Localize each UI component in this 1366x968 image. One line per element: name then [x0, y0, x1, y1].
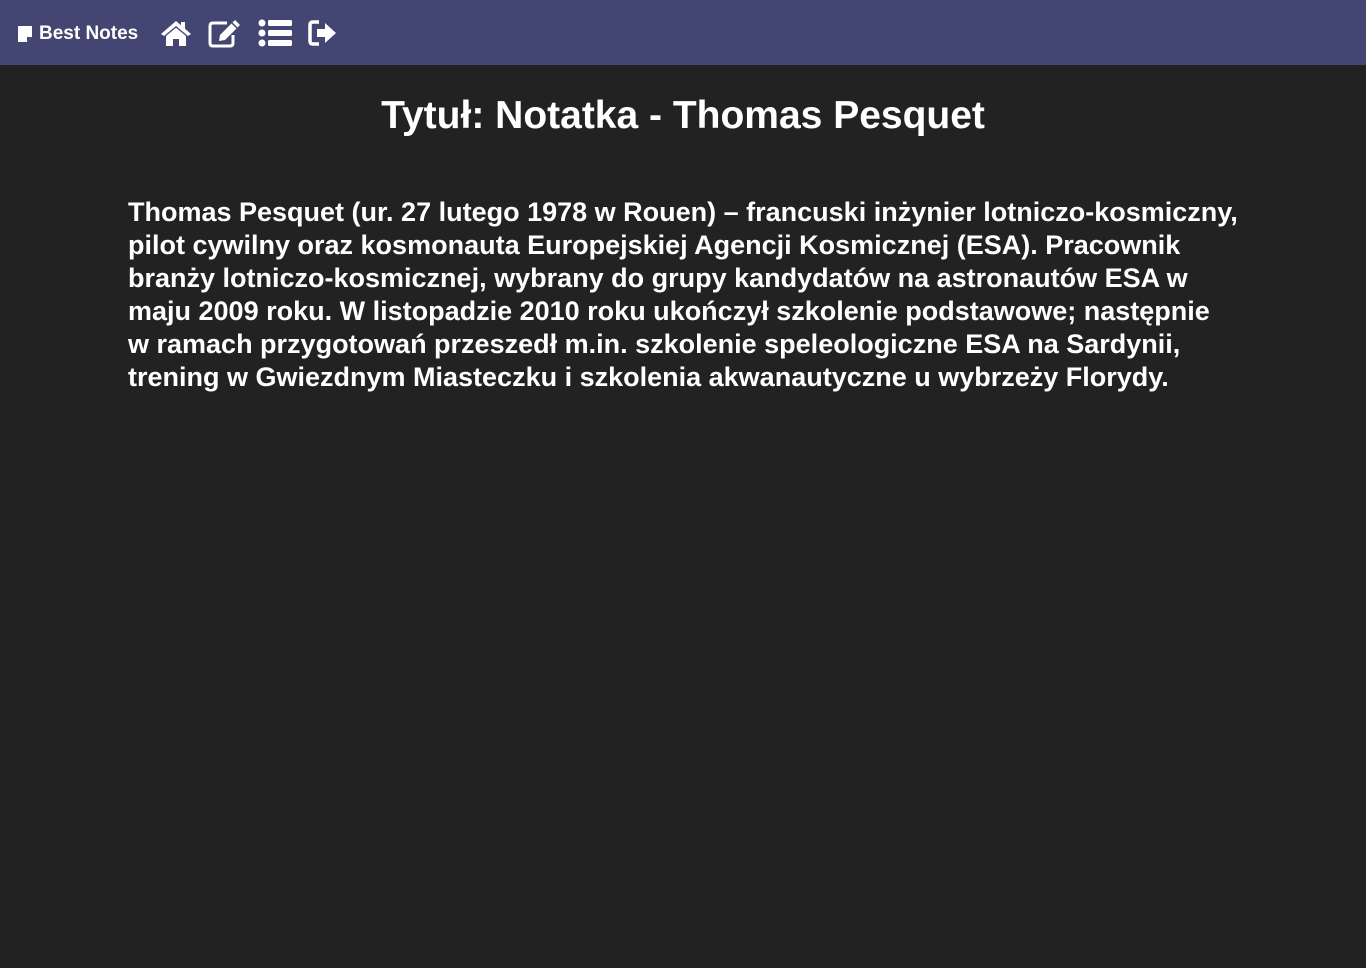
sticky-note-icon [18, 25, 32, 42]
note-view: Tytuł: Notatka - Thomas Pesquet Thomas P… [0, 65, 1366, 392]
brand-link[interactable]: Best Notes [16, 23, 138, 45]
edit-icon[interactable] [208, 18, 242, 48]
list-icon[interactable] [258, 19, 293, 47]
note-title: Tytuł: Notatka - Thomas Pesquet [381, 94, 985, 137]
home-icon[interactable] [160, 19, 192, 47]
note-body: Thomas Pesquet (ur. 27 lutego 1978 w Rou… [128, 197, 1238, 392]
logout-icon[interactable] [308, 19, 338, 47]
brand-label: Best Notes [39, 22, 139, 44]
top-navbar: Best Notes [0, 0, 1366, 65]
